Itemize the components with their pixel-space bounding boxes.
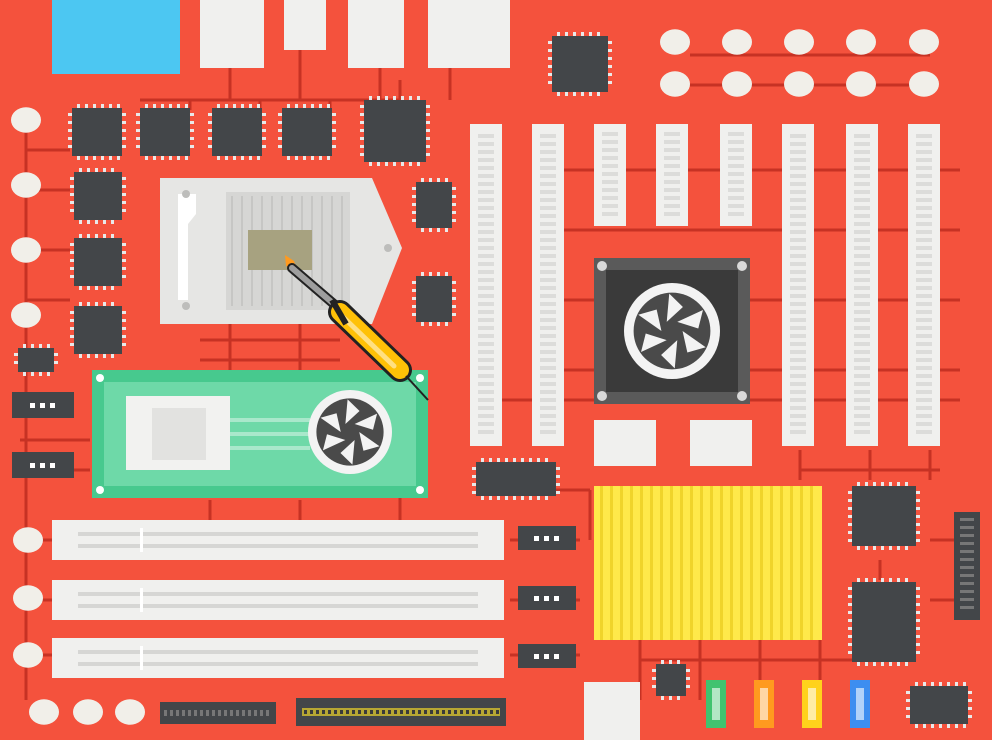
capacitor — [11, 302, 41, 328]
ram-slot[interactable] — [782, 124, 814, 446]
capacitor — [29, 699, 59, 725]
ram-slot[interactable] — [594, 124, 626, 226]
ic-chip — [70, 302, 126, 358]
ic-chip — [412, 178, 456, 232]
ic-chip-large — [848, 482, 920, 550]
ic-chip — [906, 682, 972, 728]
capacitor — [115, 699, 145, 725]
fan-icon — [308, 390, 392, 474]
ic-chip — [70, 234, 126, 290]
vertical-slot[interactable] — [470, 124, 502, 446]
ic-chip — [412, 272, 456, 326]
io-port — [584, 682, 640, 740]
io-port — [690, 420, 752, 466]
pin-header-long — [160, 702, 276, 724]
capacitor — [11, 172, 41, 198]
sata-port[interactable] — [850, 680, 870, 728]
sata-port[interactable] — [706, 680, 726, 728]
pci-slot[interactable] — [52, 580, 504, 620]
capacitor — [909, 71, 939, 97]
io-port — [200, 0, 264, 68]
capacitor — [784, 71, 814, 97]
io-port — [284, 0, 326, 50]
ram-slot[interactable] — [720, 124, 752, 226]
pin-header — [518, 644, 576, 668]
pin-header — [12, 392, 74, 418]
ic-chip-large — [548, 32, 612, 96]
capacitor — [784, 29, 814, 55]
sata-port[interactable] — [802, 680, 822, 728]
ic-chip-small — [14, 344, 58, 376]
ic-chip — [472, 458, 560, 500]
ram-slot[interactable] — [656, 124, 688, 226]
capacitor — [846, 29, 876, 55]
cyan-block — [52, 0, 180, 74]
motherboard-board — [0, 0, 992, 740]
fan-icon — [624, 283, 720, 379]
io-port — [348, 0, 404, 68]
capacitor — [722, 71, 752, 97]
ic-chip — [208, 104, 266, 160]
capacitor — [11, 237, 41, 263]
capacitor — [13, 585, 43, 611]
pci-slot[interactable] — [52, 638, 504, 678]
capacitor — [722, 29, 752, 55]
ram-slot[interactable] — [908, 124, 940, 446]
capacitor — [13, 527, 43, 553]
capacitor — [846, 71, 876, 97]
capacitor — [660, 29, 690, 55]
io-port — [428, 0, 510, 68]
ic-chip — [278, 104, 336, 160]
pin-header — [518, 586, 576, 610]
pin-header-vertical — [954, 512, 980, 620]
capacitor — [909, 29, 939, 55]
capacitor — [660, 71, 690, 97]
cpu-socket — [160, 178, 402, 324]
ic-chip — [70, 168, 126, 224]
ic-chip-small — [652, 660, 690, 700]
ic-chip-large — [360, 96, 430, 166]
pin-header — [518, 526, 576, 550]
sata-port[interactable] — [754, 680, 774, 728]
ram-slot[interactable] — [846, 124, 878, 446]
capacitor — [11, 107, 41, 133]
ic-chip — [68, 104, 126, 160]
pin-header — [12, 452, 74, 478]
capacitor — [73, 699, 103, 725]
game-screen — [0, 0, 992, 740]
io-port — [594, 420, 656, 466]
capacitor — [13, 642, 43, 668]
heatsink — [594, 486, 822, 640]
vertical-slot[interactable] — [532, 124, 564, 446]
pci-slot[interactable] — [52, 520, 504, 560]
ic-chip — [136, 104, 194, 160]
pin-header-long — [296, 698, 506, 726]
ic-chip-large — [848, 578, 920, 666]
